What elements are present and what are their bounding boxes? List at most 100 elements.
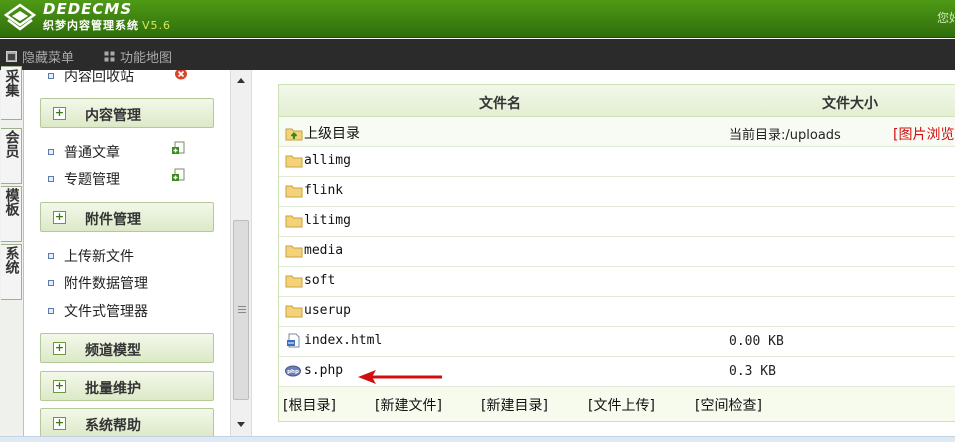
grip-line (238, 306, 246, 307)
image-browse-link[interactable]: [图片浏览] (893, 124, 955, 144)
space-check-link[interactable]: [空间检查] (695, 395, 762, 415)
folder-name: media (304, 243, 344, 258)
section-title: 频道模型 (85, 343, 141, 359)
folder-link[interactable]: userup (285, 303, 351, 318)
bullet-icon (48, 253, 54, 259)
section-title: 批量维护 (85, 381, 141, 397)
app-header: DEDECMS 织梦内容管理系统V5.6 您好 (0, 0, 955, 38)
site-map-label: 功能地图 (120, 51, 173, 66)
section-title: 系统帮助 (85, 418, 141, 434)
parent-dir-row: 上级目录 当前目录:/uploads [图片浏览] (279, 117, 955, 147)
folder-name: flink (304, 183, 344, 198)
table-row: flink (279, 177, 955, 207)
folder-link[interactable]: flink (285, 183, 343, 198)
bullet-icon (48, 73, 54, 79)
folder-link[interactable]: media (285, 243, 343, 258)
file-name: index.html (304, 333, 383, 348)
folder-icon (285, 215, 303, 228)
grip-line (238, 312, 246, 313)
main-content: 文件名 文件大小 上级目录 当前目录:/uploads [图片浏览] allim… (252, 70, 955, 442)
logo-subtitle: 织梦内容管理系统 V5.6 (43, 17, 171, 33)
file-link[interactable]: index.html (285, 333, 382, 348)
section-title: 内容管理 (85, 108, 141, 124)
folder-name: soft (304, 273, 336, 288)
bullet-icon (48, 149, 54, 155)
table-row: userup (279, 297, 955, 327)
bullet-icon (48, 280, 54, 286)
table-row: index.html 0.00 KB (279, 327, 955, 357)
user-greeting: 您好 (937, 11, 955, 25)
section-title: 附件管理 (85, 212, 141, 228)
folder-link[interactable]: soft (285, 273, 335, 288)
current-dir: 当前目录:/uploads (729, 124, 841, 143)
menu-item-topics[interactable]: 专题管理 (48, 169, 120, 189)
delete-icon (175, 70, 187, 80)
new-file-link[interactable]: [新建文件] (375, 395, 442, 415)
scroll-down-icon[interactable] (237, 422, 245, 427)
folder-icon (285, 245, 303, 258)
table-footer-row: [根目录] [新建文件] [新建目录] [文件上传] [空间检查] (279, 387, 955, 421)
menu-item-upload-file[interactable]: 上传新文件 (48, 246, 134, 266)
add-topic-icon[interactable] (172, 168, 186, 182)
expand-icon: + (53, 341, 66, 355)
folder-icon (285, 305, 303, 318)
menu-item-recycle-bin[interactable]: 内容回收站 (48, 70, 187, 86)
scroll-up-icon[interactable] (237, 78, 245, 83)
menu-item-articles[interactable]: 普通文章 (48, 142, 120, 162)
expand-icon: + (53, 106, 66, 120)
menu-item-attachment-data[interactable]: 附件数据管理 (48, 273, 148, 293)
section-attachment-management[interactable]: + 附件管理 (40, 202, 214, 232)
tab-collect[interactable]: 采集 (1, 66, 22, 120)
menu-scrollbar[interactable] (230, 70, 252, 442)
file-link[interactable]: php s.php (285, 363, 343, 378)
grid-icon (104, 51, 115, 62)
folder-name: litimg (304, 213, 351, 228)
folder-link[interactable]: allimg (285, 153, 351, 168)
parent-dir-link[interactable]: 上级目录 (285, 123, 360, 143)
table-row: litimg (279, 207, 955, 237)
annotation-arrow-icon (358, 370, 442, 384)
hide-menu-button[interactable]: 隐藏菜单 (6, 47, 74, 66)
parent-dir-label: 上级目录 (304, 126, 360, 142)
tab-system[interactable]: 系统 (1, 244, 22, 300)
section-system-help[interactable]: + 系统帮助 (40, 408, 214, 438)
html-file-icon (287, 333, 300, 348)
svg-text:php: php (287, 369, 299, 375)
folder-link[interactable]: litimg (285, 213, 351, 228)
vertical-tab-bar: 采集 会员 模板 系统 (0, 66, 24, 442)
upload-file-link[interactable]: [文件上传] (588, 395, 655, 415)
file-name: s.php (304, 363, 344, 378)
section-content-management[interactable]: + 内容管理 (40, 98, 214, 128)
root-dir-link[interactable]: [根目录] (283, 395, 336, 415)
grip-line (238, 309, 246, 310)
tab-template[interactable]: 模板 (1, 186, 22, 242)
add-article-icon[interactable] (172, 141, 186, 155)
section-batch-maintenance[interactable]: + 批量维护 (40, 371, 214, 401)
menu-item-label: 上传新文件 (64, 249, 134, 265)
column-header-size: 文件大小 (822, 96, 878, 112)
menu-item-file-manager[interactable]: 文件式管理器 (48, 301, 148, 321)
table-row: media (279, 237, 955, 267)
menu-item-label: 专题管理 (64, 172, 120, 188)
section-channel-models[interactable]: + 频道模型 (40, 333, 214, 363)
logo-subtitle-text: 织梦内容管理系统 (43, 19, 139, 32)
tab-collect-label: 采集 (3, 69, 20, 97)
folder-name: userup (304, 303, 351, 318)
site-map-button[interactable]: 功能地图 (104, 47, 172, 66)
tab-member[interactable]: 会员 (1, 128, 22, 184)
version-label: V5.6 (142, 19, 172, 32)
php-file-icon: php (285, 365, 301, 377)
hide-menu-label: 隐藏菜单 (22, 51, 75, 66)
tab-template-label: 模板 (3, 188, 20, 216)
folder-up-icon (285, 128, 303, 140)
tab-system-label: 系统 (3, 246, 20, 274)
bullet-icon (48, 176, 54, 182)
table-header-row: 文件名 文件大小 (279, 85, 955, 117)
column-header-name: 文件名 (479, 96, 521, 112)
menu-item-label: 文件式管理器 (64, 304, 148, 320)
folder-icon (285, 275, 303, 288)
window-icon (6, 51, 17, 62)
expand-icon: + (53, 416, 66, 430)
scroll-thumb[interactable] (233, 220, 249, 400)
new-dir-link[interactable]: [新建目录] (481, 395, 548, 415)
